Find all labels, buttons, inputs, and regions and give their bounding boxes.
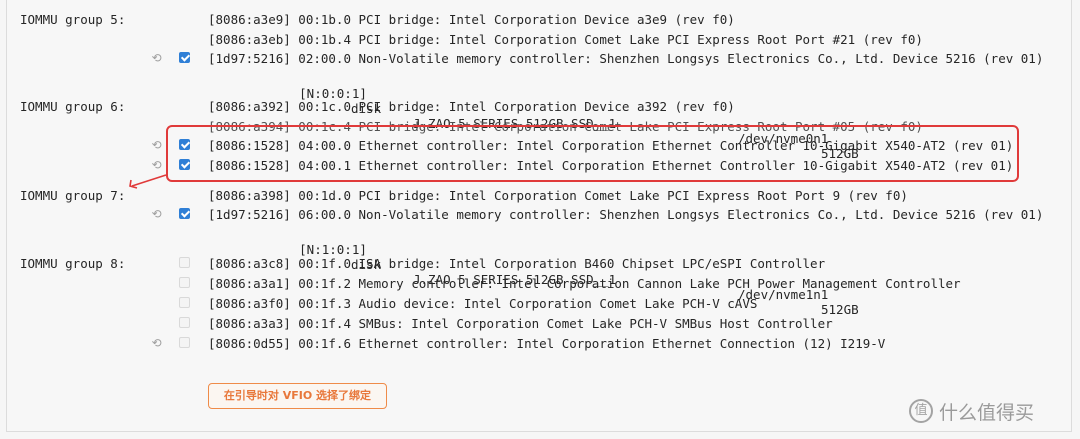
arrow-icon [129, 174, 167, 189]
refresh-icon[interactable]: ⟲ [150, 52, 163, 65]
iommu-panel: IOMMU group 5: [8086:a3e9] 00:1b.0 PCI b… [6, 0, 1072, 432]
bind-checkbox[interactable] [179, 277, 190, 288]
device-text: [8086:a3c8] 00:1f.0 ISA bridge: Intel Co… [208, 256, 826, 271]
bind-checkbox[interactable] [179, 317, 190, 328]
refresh-icon[interactable]: ⟲ [150, 337, 163, 350]
watermark-text: 什么值得买 [939, 401, 1035, 424]
bind-checkbox[interactable] [179, 297, 190, 308]
device-row: [8086:a3eb] 00:1b.4 PCI bridge: Intel Co… [7, 30, 1071, 50]
device-sub-row: [N:0:0:1] disk J.ZAO 5 SERIES 512GB SSD_… [7, 69, 1071, 161]
device-text: [8086:a3a1] 00:1f.2 Memory controller: I… [208, 276, 961, 291]
vfio-bind-button[interactable]: 在引导时对 VFIO 选择了绑定 [208, 383, 387, 409]
watermark: 值 什么值得买 [909, 397, 1034, 425]
device-row: [8086:a3a3] 00:1f.4 SMBus: Intel Corpora… [7, 314, 1071, 334]
device-row: [8086:a3e9] 00:1b.0 PCI bridge: Intel Co… [7, 10, 1071, 30]
device-text: [1d97:5216] 02:00.0 Non-Volatile memory … [208, 51, 1044, 66]
device-text: [8086:0d55] 00:1f.6 Ethernet controller:… [208, 336, 886, 351]
device-row: [8086:a3f0] 00:1f.3 Audio device: Intel … [7, 294, 1071, 314]
device-text: [8086:a3f0] 00:1f.3 Audio device: Intel … [208, 296, 758, 311]
device-row: [8086:a3a1] 00:1f.2 Memory controller: I… [7, 274, 1071, 294]
device-row: ⟲ [8086:0d55] 00:1f.6 Ethernet controlle… [7, 334, 1071, 354]
device-row: [8086:a392] 00:1c.0 PCI bridge: Intel Co… [7, 97, 1071, 117]
device-text: [1d97:5216] 06:00.0 Non-Volatile memory … [208, 207, 1044, 222]
bind-checkbox[interactable] [179, 208, 190, 219]
device-row: [8086:a3c8] 00:1f.0 ISA bridge: Intel Co… [7, 254, 1071, 274]
device-text: [8086:a398] 00:1d.0 PCI bridge: Intel Co… [208, 188, 908, 203]
device-text: [8086:a3e9] 00:1b.0 PCI bridge: Intel Co… [208, 12, 735, 27]
bind-checkbox[interactable] [179, 52, 190, 63]
refresh-icon[interactable]: ⟲ [150, 139, 163, 152]
device-text: [8086:a3eb] 00:1b.4 PCI bridge: Intel Co… [208, 32, 923, 47]
zhidemai-logo-icon: 值 [909, 399, 933, 423]
highlight-box [166, 125, 1019, 182]
device-row: ⟲ [1d97:5216] 06:00.0 Non-Volatile memor… [7, 205, 1071, 225]
device-sub-row: [N:1:0:1] disk J.ZAO 5 SERIES 512GB SSD_… [7, 225, 1071, 317]
bind-checkbox[interactable] [179, 257, 190, 268]
device-row: ⟲ [1d97:5216] 02:00.0 Non-Volatile memor… [7, 49, 1071, 69]
bind-checkbox[interactable] [179, 337, 190, 348]
refresh-icon[interactable]: ⟲ [150, 208, 163, 221]
refresh-icon[interactable]: ⟲ [150, 159, 163, 172]
device-text: [8086:a392] 00:1c.0 PCI bridge: Intel Co… [208, 99, 735, 114]
device-text: [8086:a3a3] 00:1f.4 SMBus: Intel Corpora… [208, 316, 833, 331]
